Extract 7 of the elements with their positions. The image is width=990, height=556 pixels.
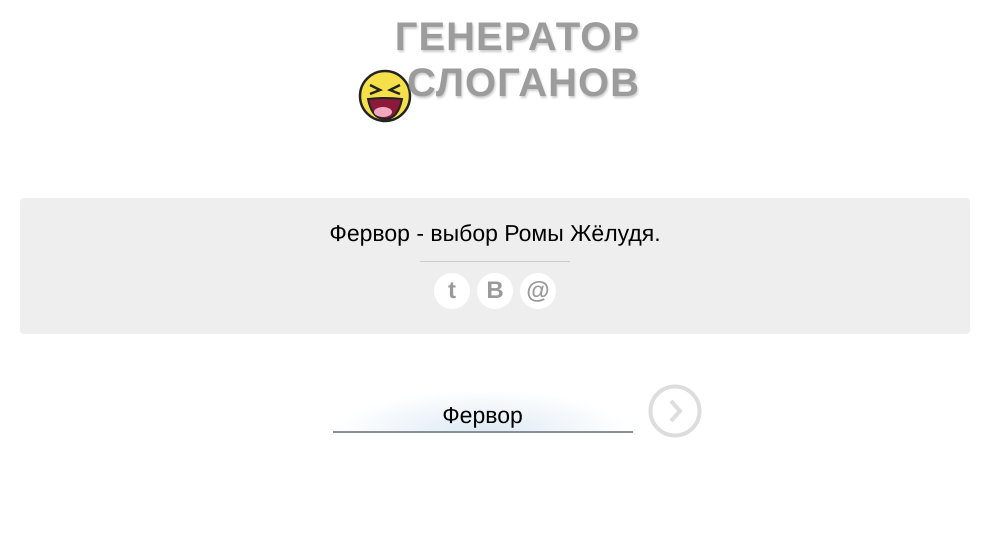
next-arrow-button[interactable] (648, 384, 702, 438)
share-button[interactable]: t (434, 273, 470, 309)
share-button[interactable]: В (477, 273, 513, 309)
logo-text: ГЕНЕРАТОР (394, 14, 640, 60)
share-button[interactable]: @ (520, 273, 556, 309)
slogan-text: Фервор - выбор Ромы Жёлудя. (329, 219, 661, 248)
logo-text: СЛОГАНОВ (407, 60, 640, 106)
